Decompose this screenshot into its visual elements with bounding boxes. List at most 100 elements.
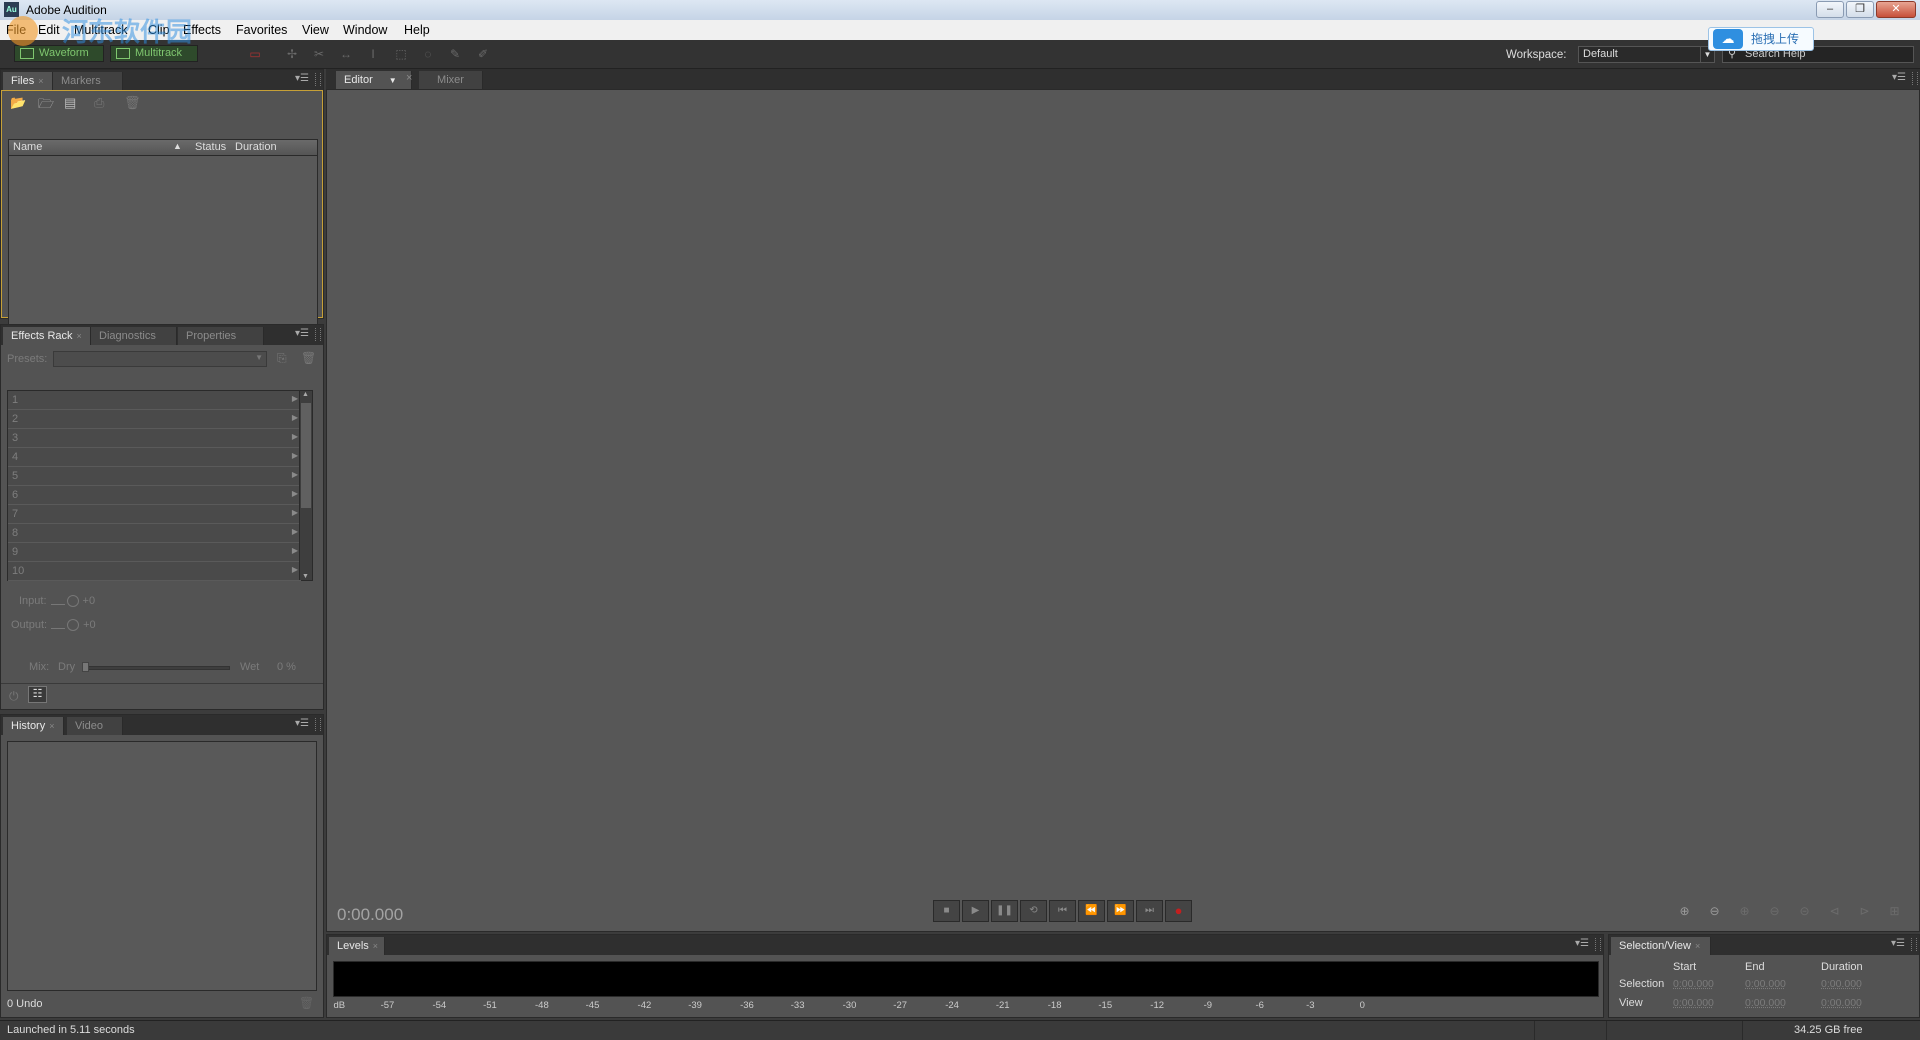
lasso-tool-icon[interactable]: ◌ (419, 47, 437, 61)
time-selection-tool-icon[interactable]: I (364, 47, 382, 61)
effect-slot[interactable]: 3 ▶ (8, 429, 301, 448)
menu-file[interactable]: File (6, 23, 26, 37)
scroll-down-icon[interactable]: ▼ (302, 573, 309, 580)
effect-slot[interactable]: 6 ▶ (8, 486, 301, 505)
menu-favorites[interactable]: Favorites (236, 23, 287, 37)
tab-diagnostics[interactable]: Diagnostics (91, 327, 177, 345)
zoom-out-amplitude-icon[interactable]: ⊖ (1702, 902, 1727, 920)
close-icon[interactable]: × (38, 76, 43, 86)
effect-slot[interactable]: 10 ▶ (8, 562, 301, 581)
zoom-in-left-icon[interactable]: ⊲ (1822, 902, 1847, 920)
panel-grip[interactable] (1595, 938, 1601, 951)
close-icon[interactable]: × (77, 331, 82, 341)
close-button[interactable]: ✕ (1876, 1, 1916, 18)
mix-value[interactable]: 0 % (277, 661, 296, 673)
play-arrow-icon[interactable]: ▶ (292, 432, 298, 441)
view-start[interactable]: 0:00.000 (1673, 997, 1714, 1009)
waveform-mode-button[interactable]: Waveform (14, 45, 104, 62)
razor-tool-icon[interactable]: ✂ (310, 47, 328, 61)
new-file-icon[interactable]: ▤ (64, 95, 76, 111)
tab-editor[interactable]: Editor ▼ (336, 71, 412, 89)
effect-slot[interactable]: 2 ▶ (8, 410, 301, 429)
column-duration[interactable]: Duration (235, 141, 277, 153)
zoom-in-right-icon[interactable]: ⊳ (1852, 902, 1877, 920)
tab-history[interactable]: History × (3, 717, 64, 735)
play-arrow-icon[interactable]: ▶ (292, 489, 298, 498)
panel-grip[interactable] (1912, 72, 1918, 85)
minimize-button[interactable]: – (1816, 1, 1844, 18)
stop-button[interactable]: ■ (933, 900, 960, 922)
marquee-tool-icon[interactable]: ⬚ (392, 47, 410, 61)
zoom-out-time-icon[interactable]: ⊖ (1762, 902, 1787, 920)
pause-button[interactable]: ❚❚ (991, 900, 1018, 922)
menu-multitrack[interactable]: Multitrack (74, 23, 127, 37)
workspace-select[interactable]: Default ▼ (1578, 46, 1715, 63)
selection-duration[interactable]: 0:00.000 (1821, 978, 1862, 990)
zoom-in-time-icon[interactable]: ⊕ (1732, 902, 1757, 920)
tab-selection-view[interactable]: Selection/View × (1611, 937, 1711, 955)
play-arrow-icon[interactable]: ▶ (292, 470, 298, 479)
insert-icon[interactable]: ⎙ (94, 95, 104, 111)
menu-edit[interactable]: Edit (38, 23, 60, 37)
zoom-selection-icon[interactable]: ⊞ (1882, 902, 1907, 920)
rewind-button[interactable]: ⏪ (1078, 900, 1105, 922)
tab-effects-rack[interactable]: Effects Rack × (3, 327, 91, 345)
slip-tool-icon[interactable]: ↔ (337, 47, 355, 61)
menu-effects[interactable]: Effects (183, 23, 221, 37)
tab-levels[interactable]: Levels × (329, 937, 385, 955)
panel-grip[interactable] (315, 73, 321, 86)
go-to-start-button[interactable]: ⏮ (1049, 900, 1076, 922)
play-arrow-icon[interactable]: ▶ (292, 546, 298, 555)
column-name[interactable]: Name (13, 141, 42, 153)
menu-help[interactable]: Help (404, 23, 430, 37)
spectral-display-icon[interactable]: ▭ (246, 47, 264, 61)
panel-grip[interactable] (315, 718, 321, 731)
menu-window[interactable]: Window (343, 23, 387, 37)
menu-clip[interactable]: Clip (148, 23, 170, 37)
spot-healing-tool-icon[interactable]: ✐ (474, 47, 492, 61)
tab-properties[interactable]: Properties (178, 327, 264, 345)
panel-grip[interactable] (315, 328, 321, 341)
trash-icon[interactable]: 🗑 (124, 95, 141, 111)
brush-tool-icon[interactable]: ✎ (446, 47, 464, 61)
delete-preset-icon[interactable]: 🗑 (301, 351, 316, 365)
tab-files[interactable]: Files × (3, 72, 53, 90)
play-arrow-icon[interactable]: ▶ (292, 565, 298, 574)
selection-start[interactable]: 0:00.000 (1673, 978, 1714, 990)
import-icon[interactable]: 🗁 (38, 95, 54, 117)
panel-menu-icon[interactable]: ▾☰ (1891, 938, 1905, 949)
input-gain-knob[interactable] (66, 595, 79, 608)
selection-end[interactable]: 0:00.000 (1745, 978, 1786, 990)
effect-slot[interactable]: 9 ▶ (8, 543, 301, 562)
effect-slot[interactable]: 7 ▶ (8, 505, 301, 524)
panel-menu-icon[interactable]: ▾☰ (295, 718, 309, 729)
tab-markers[interactable]: Markers (53, 72, 123, 90)
play-arrow-icon[interactable]: ▶ (292, 508, 298, 517)
output-gain-knob[interactable] (67, 619, 80, 632)
mix-slider-track[interactable] (84, 666, 230, 670)
loop-button[interactable]: ⟲ (1020, 900, 1047, 922)
list-view-icon[interactable]: ☷ (28, 686, 47, 703)
close-icon[interactable]: × (373, 941, 378, 951)
play-arrow-icon[interactable]: ▶ (292, 451, 298, 460)
fast-forward-button[interactable]: ⏩ (1107, 900, 1134, 922)
close-icon[interactable]: × (49, 721, 54, 731)
tab-mixer[interactable]: Mixer (419, 71, 483, 89)
save-preset-icon[interactable]: ⎘ (277, 351, 287, 366)
scroll-thumb[interactable] (301, 403, 311, 508)
go-to-end-button[interactable]: ⏭ (1136, 900, 1163, 922)
multitrack-mode-button[interactable]: Multitrack (110, 45, 198, 62)
restore-button[interactable]: ❐ (1846, 1, 1874, 18)
effect-slot[interactable]: 5 ▶ (8, 467, 301, 486)
column-status[interactable]: Status (195, 141, 226, 153)
panel-menu-icon[interactable]: ▾☰ (295, 328, 309, 339)
output-value[interactable]: +0 (83, 619, 96, 631)
panel-menu-icon[interactable]: ▾☰ (295, 73, 309, 84)
open-folder-icon[interactable]: 📂 (10, 95, 26, 111)
trash-icon[interactable]: 🗑 (299, 996, 314, 1010)
play-arrow-icon[interactable]: ▶ (292, 394, 298, 403)
power-icon[interactable]: ⏻ (9, 689, 19, 704)
scroll-up-icon[interactable]: ▲ (302, 391, 309, 398)
panel-menu-icon[interactable]: ▾☰ (1575, 938, 1589, 949)
zoom-in-amplitude-icon[interactable]: ⊕ (1672, 902, 1697, 920)
